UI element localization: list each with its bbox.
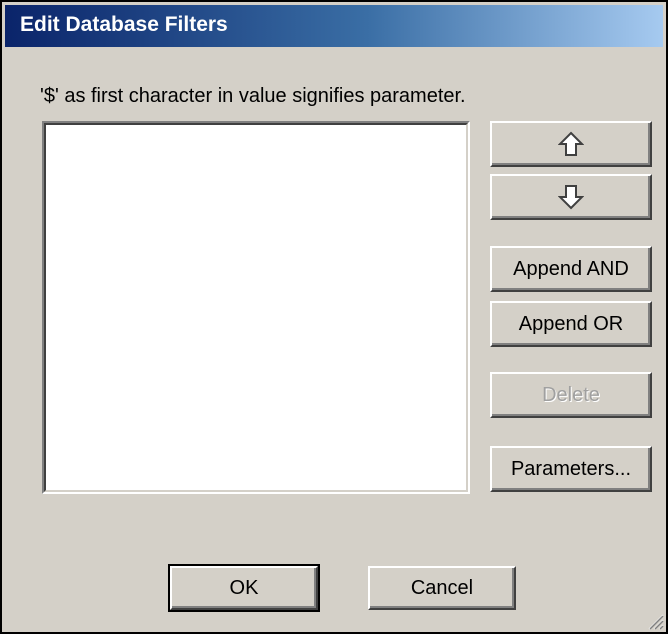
ok-button[interactable]: OK <box>168 564 320 612</box>
dialog-title: Edit Database Filters <box>20 13 228 36</box>
cancel-button[interactable]: Cancel <box>368 566 516 610</box>
move-down-button[interactable] <box>490 174 652 220</box>
up-arrow-icon <box>558 131 584 157</box>
resize-grip-icon[interactable] <box>644 610 664 630</box>
delete-button[interactable]: Delete <box>490 372 652 418</box>
parameters-button[interactable]: Parameters... <box>490 446 652 492</box>
edit-database-filters-dialog: Edit Database Filters '$' as first chara… <box>0 0 668 634</box>
append-and-button[interactable]: Append AND <box>490 246 652 292</box>
filter-list[interactable] <box>42 121 470 494</box>
move-up-button[interactable] <box>490 121 652 167</box>
append-or-button[interactable]: Append OR <box>490 301 652 347</box>
parameter-hint-text: '$' as first character in value signifie… <box>40 85 466 107</box>
down-arrow-icon <box>558 184 584 210</box>
title-bar[interactable]: Edit Database Filters <box>5 5 663 47</box>
